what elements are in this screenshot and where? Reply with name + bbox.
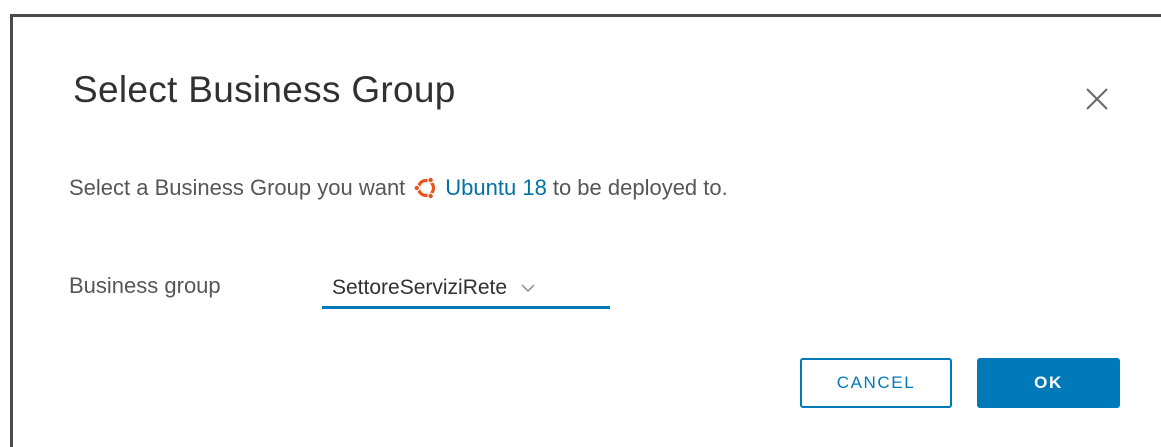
description-prefix: Select a Business Group you want (69, 175, 406, 200)
ok-button[interactable]: OK (977, 358, 1120, 408)
select-business-group-dialog: Select Business Group Select a Business … (10, 14, 1161, 447)
chevron-down-icon (521, 283, 535, 292)
catalog-item-link[interactable]: Ubuntu 18 (445, 175, 547, 201)
close-button[interactable] (1081, 83, 1113, 115)
background-strip (0, 0, 1161, 14)
close-icon (1086, 88, 1108, 110)
dialog-title: Select Business Group (73, 69, 456, 110)
business-group-select[interactable]: SettoreServiziRete (322, 269, 610, 309)
cancel-button[interactable]: CANCEL (800, 358, 952, 408)
description-suffix: to be deployed to. (552, 175, 728, 200)
selected-business-group: SettoreServiziRete (332, 275, 508, 299)
business-group-label: Business group (69, 273, 221, 298)
ubuntu-logo-icon (413, 175, 439, 201)
dialog-description: Select a Business Group you want Ubuntu … (69, 175, 728, 201)
